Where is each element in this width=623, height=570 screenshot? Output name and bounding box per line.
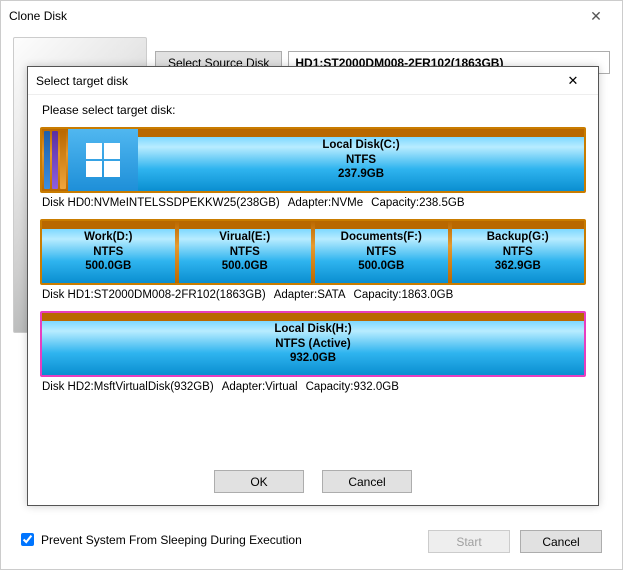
- partition-label: Local Disk(H:): [274, 322, 351, 336]
- disk-info-adapter: Adapter:SATA: [274, 289, 346, 301]
- window-title: Clone Disk: [9, 9, 67, 23]
- disk-strip: Local Disk(H:)NTFS (Active)932.0GB: [42, 313, 584, 375]
- partition[interactable]: Backup(G:)NTFS362.9GB: [452, 221, 585, 283]
- partition[interactable]: Work(D:)NTFS500.0GB: [42, 221, 175, 283]
- partition-label: Documents(F:): [341, 230, 422, 244]
- prevent-sleep-input[interactable]: [21, 533, 34, 546]
- partition-label: Local Disk(C:): [322, 138, 399, 152]
- start-button: Start: [428, 530, 510, 553]
- partition-label: Virual(E:): [219, 230, 270, 244]
- dialog-body: Please select target disk: Local Disk(C:…: [28, 95, 598, 462]
- partition-size: 500.0GB: [222, 259, 268, 273]
- partitions: Work(D:)NTFS500.0GBVirual(E:)NTFS500.0GB…: [42, 221, 584, 283]
- dialog-titlebar: Select target disk ✕: [28, 67, 598, 95]
- disk-item[interactable]: Work(D:)NTFS500.0GBVirual(E:)NTFS500.0GB…: [40, 219, 586, 285]
- reserved-slice: [44, 131, 50, 189]
- partition[interactable]: Documents(F:)NTFS500.0GB: [315, 221, 448, 283]
- disk-list: Local Disk(C:)NTFS237.9GBDisk HD0:NVMeIN…: [40, 127, 586, 403]
- partition-fs: NTFS: [366, 245, 396, 259]
- partitions: Local Disk(H:)NTFS (Active)932.0GB: [42, 313, 584, 375]
- clone-disk-window: Clone Disk ✕ Select Source Disk HD1:ST20…: [0, 0, 623, 570]
- partition[interactable]: Virual(E:)NTFS500.0GB: [179, 221, 312, 283]
- partition-label: Work(D:): [84, 230, 132, 244]
- reserved-slice: [52, 131, 58, 189]
- dialog-buttons: OK Cancel: [28, 462, 598, 505]
- partition-fs: NTFS: [93, 245, 123, 259]
- partition-size: 237.9GB: [338, 167, 384, 181]
- dialog-cancel-button[interactable]: Cancel: [322, 470, 412, 493]
- partition-size: 500.0GB: [85, 259, 131, 273]
- cancel-button[interactable]: Cancel: [520, 530, 602, 553]
- dialog-prompt: Please select target disk:: [42, 103, 586, 117]
- partition-label: Backup(G:): [487, 230, 549, 244]
- partition-fs: NTFS: [503, 245, 533, 259]
- disk-item[interactable]: Local Disk(C:)NTFS237.9GB: [40, 127, 586, 193]
- partition-size: 500.0GB: [358, 259, 404, 273]
- disk-info: Disk HD2:MsftVirtualDisk(932GB) Adapter:V…: [40, 379, 586, 403]
- partition-fs: NTFS: [230, 245, 260, 259]
- dialog-title: Select target disk: [36, 74, 128, 88]
- disk-info-capacity: Capacity:932.0GB: [306, 381, 399, 393]
- partition-size: 932.0GB: [290, 351, 336, 365]
- reserved-partitions: [42, 129, 68, 191]
- partition-size: 362.9GB: [495, 259, 541, 273]
- disk-info: Disk HD0:NVMeINTELSSDPEKKW25(238GB) Adapt…: [40, 195, 586, 219]
- disk-info: Disk HD1:ST2000DM008-2FR102(1863GB) Adapt…: [40, 287, 586, 311]
- disk-info-name: Disk HD2:MsftVirtualDisk(932GB): [42, 381, 214, 393]
- prevent-sleep-checkbox[interactable]: Prevent System From Sleeping During Exec…: [17, 530, 302, 549]
- disk-info-capacity: Capacity:238.5GB: [371, 197, 464, 209]
- partitions: Local Disk(C:)NTFS237.9GB: [138, 129, 584, 191]
- window-buttons: Start Cancel: [428, 530, 602, 553]
- disk-info-name: Disk HD1:ST2000DM008-2FR102(1863GB): [42, 289, 266, 301]
- partition[interactable]: Local Disk(H:)NTFS (Active)932.0GB: [42, 313, 584, 375]
- reserved-slice: [60, 131, 66, 189]
- disk-strip: Local Disk(C:)NTFS237.9GB: [42, 129, 584, 191]
- partition-fs: NTFS: [346, 153, 376, 167]
- close-icon[interactable]: ✕: [552, 70, 594, 92]
- select-target-dialog: Select target disk ✕ Please select targe…: [27, 66, 599, 506]
- disk-info-capacity: Capacity:1863.0GB: [354, 289, 454, 301]
- titlebar: Clone Disk ✕: [1, 1, 622, 31]
- disk-info-adapter: Adapter:Virtual: [222, 381, 298, 393]
- partition[interactable]: Local Disk(C:)NTFS237.9GB: [138, 129, 584, 191]
- disk-item[interactable]: Local Disk(H:)NTFS (Active)932.0GB: [40, 311, 586, 377]
- disk-info-adapter: Adapter:NVMe: [288, 197, 363, 209]
- close-icon[interactable]: ✕: [576, 8, 616, 25]
- ok-button[interactable]: OK: [214, 470, 304, 493]
- prevent-sleep-label: Prevent System From Sleeping During Exec…: [41, 533, 302, 547]
- partition-fs: NTFS (Active): [275, 337, 350, 351]
- disk-info-name: Disk HD0:NVMeINTELSSDPEKKW25(238GB): [42, 197, 280, 209]
- windows-logo-icon: [68, 129, 138, 191]
- disk-strip: Work(D:)NTFS500.0GBVirual(E:)NTFS500.0GB…: [42, 221, 584, 283]
